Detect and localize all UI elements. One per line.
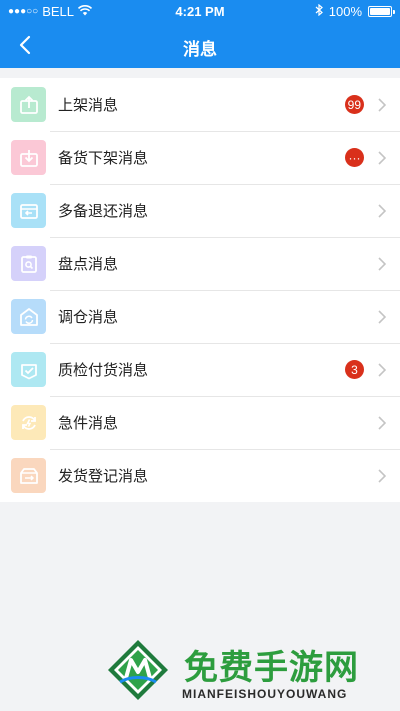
watermark-title: 免费手游网 — [184, 649, 359, 687]
item-label: 急件消息 — [58, 415, 119, 432]
list-item[interactable]: 盘点消息 — [0, 237, 400, 290]
return-box-icon — [11, 193, 46, 228]
list-item[interactable]: 备货下架消息 ··· — [0, 131, 400, 184]
item-label: 备货下架消息 — [58, 150, 149, 167]
nav-bar: 消息 — [0, 22, 400, 68]
chevron-right-icon — [374, 256, 390, 272]
message-category-list: 上架消息 99 备货下架消息 ··· 多备退还消息 盘点消息 调仓消息 质检付货… — [0, 78, 400, 502]
chevron-right-icon — [374, 309, 390, 325]
chevron-right-icon — [374, 203, 390, 219]
chevron-right-icon — [374, 415, 390, 431]
unread-badge: 99 — [344, 95, 364, 114]
page-title: 消息 — [183, 40, 217, 59]
shipment-register-icon — [11, 458, 46, 493]
chevron-right-icon — [374, 468, 390, 484]
watermark-logo-icon — [108, 640, 168, 700]
inventory-search-icon — [11, 246, 46, 281]
list-item[interactable]: 调仓消息 — [0, 290, 400, 343]
battery-icon — [368, 6, 395, 17]
item-label: 调仓消息 — [58, 309, 119, 326]
item-label: 发货登记消息 — [58, 468, 149, 485]
battery-percent: 100% — [328, 4, 362, 19]
chevron-right-icon — [374, 97, 390, 113]
status-bar: ●●●○○ BELL 4:21 PM 100% — [0, 0, 400, 22]
download-box-icon — [11, 140, 46, 175]
quality-check-icon — [11, 352, 46, 387]
warehouse-transfer-icon — [11, 299, 46, 334]
chevron-right-icon — [374, 150, 390, 166]
list-item[interactable]: 多备退还消息 — [0, 184, 400, 237]
urgent-refresh-icon — [11, 405, 46, 440]
item-label: 多备退还消息 — [58, 203, 149, 220]
list-item[interactable]: 发货登记消息 — [0, 449, 400, 502]
unread-badge: 3 — [345, 360, 364, 379]
list-item[interactable]: 质检付货消息 3 — [0, 343, 400, 396]
watermark-subtitle: MIANFEISHOUYOUWANG — [182, 687, 348, 701]
upload-box-icon — [11, 87, 46, 122]
site-watermark: 免费手游网 MIANFEISHOUYOUWANG — [100, 630, 400, 711]
list-item[interactable]: 上架消息 99 — [0, 78, 400, 131]
item-label: 上架消息 — [58, 97, 119, 114]
item-label: 盘点消息 — [58, 256, 119, 273]
item-label: 质检付货消息 — [58, 362, 149, 379]
unread-badge: ··· — [345, 148, 364, 167]
bluetooth-icon — [315, 3, 323, 19]
list-item[interactable]: 急件消息 — [0, 396, 400, 449]
status-right: 100% — [315, 3, 395, 19]
chevron-right-icon — [374, 362, 390, 378]
